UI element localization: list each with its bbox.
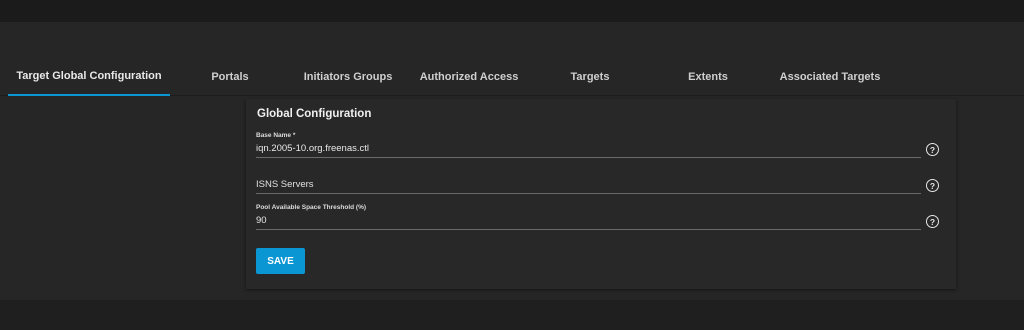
base-name-field[interactable]: Base Name * iqn.2005-10.org.freenas.ctl	[256, 132, 921, 158]
tab-targets[interactable]: Targets	[550, 58, 630, 96]
base-name-input[interactable]: iqn.2005-10.org.freenas.ctl	[256, 143, 369, 154]
footer-bar	[0, 300, 1024, 330]
global-configuration-card: Global Configuration Base Name * iqn.200…	[246, 99, 956, 289]
base-name-help-icon[interactable]: ?	[926, 143, 939, 156]
tab-associated-targets[interactable]: Associated Targets	[770, 58, 890, 96]
isns-servers-input[interactable]: ISNS Servers	[256, 179, 314, 190]
pool-threshold-help-icon[interactable]: ?	[926, 215, 939, 228]
isns-servers-help-icon[interactable]: ?	[926, 179, 939, 192]
tab-initiators-groups[interactable]: Initiators Groups	[288, 58, 408, 96]
pool-threshold-input[interactable]: 90	[256, 215, 267, 226]
base-name-underline	[256, 157, 921, 158]
isns-servers-field[interactable]: ISNS Servers	[256, 179, 921, 195]
card-title: Global Configuration	[257, 108, 372, 120]
save-button[interactable]: SAVE	[256, 248, 305, 274]
pool-threshold-underline	[256, 229, 921, 230]
pool-threshold-field[interactable]: Pool Available Space Threshold (%) 90	[256, 204, 921, 230]
isns-servers-underline	[256, 193, 921, 194]
iscsi-tab-bar: Target Global Configuration Portals Init…	[0, 58, 1024, 96]
tab-authorized-access[interactable]: Authorized Access	[412, 58, 526, 96]
top-bar	[0, 0, 1024, 22]
tab-target-global-configuration[interactable]: Target Global Configuration	[8, 58, 170, 96]
pool-threshold-label: Pool Available Space Threshold (%)	[256, 204, 367, 211]
base-name-label: Base Name *	[256, 132, 296, 139]
tab-extents[interactable]: Extents	[668, 58, 748, 96]
tab-portals[interactable]: Portals	[190, 58, 270, 96]
